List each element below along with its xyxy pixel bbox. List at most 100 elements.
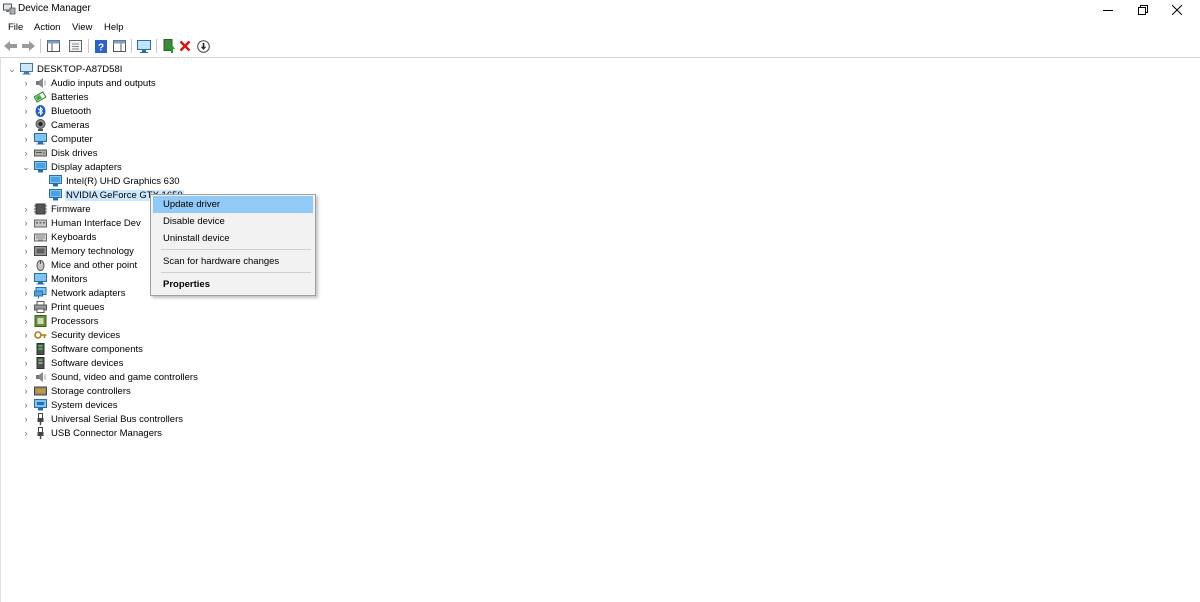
keyboard-icon: [34, 233, 47, 242]
update-driver-icon: [163, 39, 175, 53]
disable-device-menu-item[interactable]: Disable device: [153, 213, 313, 230]
toolbar-separator: [131, 39, 132, 53]
tree-item-cameras[interactable]: › Cameras: [21, 118, 91, 132]
close-button[interactable]: [1154, 0, 1200, 19]
memory-card-icon: [34, 246, 47, 256]
category-label: System devices: [51, 399, 118, 411]
chevron-right-icon[interactable]: ›: [21, 260, 31, 270]
action-pane-button[interactable]: [111, 38, 127, 54]
properties-toolbar-button[interactable]: [67, 38, 83, 54]
show-hide-console-tree-button[interactable]: [45, 38, 61, 54]
tree-item-memory-technology[interactable]: › Memory technology: [21, 244, 135, 258]
monitor-icon: [34, 133, 47, 145]
tree-item-bluetooth[interactable]: › Bluetooth: [21, 104, 92, 118]
chevron-right-icon[interactable]: ›: [21, 148, 31, 158]
forward-button[interactable]: [20, 38, 36, 54]
tree-item-keyboards[interactable]: › Keyboards: [21, 230, 97, 244]
console-tree-icon: [46, 40, 60, 52]
chevron-right-icon[interactable]: ›: [21, 302, 31, 312]
tree-item-intel-graphics[interactable]: Intel(R) UHD Graphics 630: [46, 174, 181, 188]
chevron-right-icon[interactable]: ›: [21, 274, 31, 284]
tree-item-network-adapters[interactable]: › Network adapters: [21, 286, 126, 300]
tree-item-human-interface[interactable]: › Human Interface Dev: [21, 216, 142, 230]
chevron-right-icon[interactable]: ›: [21, 288, 31, 298]
chevron-down-icon[interactable]: ⌄: [21, 162, 31, 172]
chevron-right-icon[interactable]: ›: [21, 232, 31, 242]
chevron-right-icon[interactable]: ›: [21, 204, 31, 214]
menu-file[interactable]: File: [8, 22, 23, 33]
properties-menu-item[interactable]: Properties: [153, 276, 313, 293]
category-label: Processors: [51, 315, 99, 327]
update-driver-toolbar-button[interactable]: [161, 38, 177, 54]
tree-item-disk-drives[interactable]: › Disk drives: [21, 146, 98, 160]
tree-item-computer[interactable]: › Computer: [21, 132, 94, 146]
menu-view[interactable]: View: [72, 22, 92, 33]
category-label: Audio inputs and outputs: [51, 77, 156, 89]
chevron-right-icon[interactable]: ›: [21, 428, 31, 438]
chevron-down-icon[interactable]: ⌄: [7, 64, 17, 74]
tree-item-security-devices[interactable]: › Security devices: [21, 328, 121, 342]
uninstall-toolbar-button[interactable]: [177, 38, 193, 54]
network-adapter-icon: [34, 287, 47, 299]
chevron-right-icon[interactable]: ›: [21, 106, 31, 116]
category-label: Security devices: [51, 329, 121, 341]
chevron-right-icon[interactable]: ›: [21, 120, 31, 130]
tree-item-software-components[interactable]: › Software components: [21, 342, 144, 356]
chevron-right-icon[interactable]: ›: [21, 414, 31, 424]
chevron-right-icon[interactable]: ›: [21, 218, 31, 228]
hid-icon: [34, 219, 47, 228]
tree-item-usb-controllers[interactable]: › Universal Serial Bus controllers: [21, 412, 184, 426]
category-label: Computer: [51, 133, 93, 145]
tree-item-software-devices[interactable]: › Software devices: [21, 356, 124, 370]
chevron-right-icon[interactable]: ›: [21, 400, 31, 410]
chevron-right-icon[interactable]: ›: [21, 372, 31, 382]
tree-item-processors[interactable]: › Processors: [21, 314, 100, 328]
tree-item-system-devices[interactable]: › System devices: [21, 398, 119, 412]
category-label: Monitors: [51, 273, 88, 285]
menu-action[interactable]: Action: [34, 22, 60, 33]
chevron-right-icon[interactable]: ›: [21, 246, 31, 256]
toolbar-separator: [88, 39, 89, 53]
tree-item-sound-video-game[interactable]: › Sound, video and game controllers: [21, 370, 199, 384]
display-adapter-icon: [49, 175, 62, 187]
scan-hardware-button[interactable]: [136, 38, 152, 54]
chevron-right-icon[interactable]: ›: [21, 134, 31, 144]
uninstall-device-menu-item[interactable]: Uninstall device: [153, 230, 313, 247]
menu-bar: File Action View Help: [0, 19, 1200, 36]
system-device-icon: [34, 399, 47, 411]
help-toolbar-button[interactable]: ?: [93, 38, 109, 54]
tree-item-usb-connector-managers[interactable]: › USB Connector Managers: [21, 426, 163, 440]
menu-help[interactable]: Help: [104, 22, 124, 33]
tree-item-storage-controllers[interactable]: › Storage controllers: [21, 384, 132, 398]
chevron-right-icon[interactable]: ›: [21, 344, 31, 354]
tree-item-monitors[interactable]: › Monitors: [21, 272, 88, 286]
category-label: Storage controllers: [51, 385, 131, 397]
chevron-right-icon[interactable]: ›: [21, 92, 31, 102]
update-driver-menu-item[interactable]: Update driver: [153, 196, 313, 213]
window-title: Device Manager: [18, 3, 91, 14]
tree-item-audio[interactable]: › Audio inputs and outputs: [21, 76, 157, 90]
usb-plug-icon: [37, 413, 44, 425]
tree-item-print-queues[interactable]: › Print queues: [21, 300, 105, 314]
tree-item-firmware[interactable]: › Firmware: [21, 202, 92, 216]
tree-root[interactable]: ⌄ DESKTOP-A87D58I: [7, 62, 123, 76]
software-component-icon: [36, 343, 45, 355]
chevron-right-icon[interactable]: ›: [21, 78, 31, 88]
chevron-right-icon[interactable]: ›: [21, 358, 31, 368]
back-button[interactable]: [3, 38, 19, 54]
usb-plug-icon: [37, 427, 44, 439]
device-manager-icon: [3, 3, 16, 15]
scan-hardware-menu-item[interactable]: Scan for hardware changes: [153, 253, 313, 270]
disable-toolbar-button[interactable]: [195, 38, 211, 54]
disk-drive-icon: [34, 149, 47, 157]
chevron-right-icon[interactable]: ›: [21, 316, 31, 326]
tree-item-batteries[interactable]: › Batteries: [21, 90, 90, 104]
tree-item-display-adapters[interactable]: ⌄ Display adapters: [21, 160, 123, 174]
menu-separator: [161, 249, 311, 250]
tree-item-mice[interactable]: › Mice and other point: [21, 258, 138, 272]
chevron-right-icon[interactable]: ›: [21, 386, 31, 396]
help-icon: ?: [95, 39, 107, 53]
category-label: Disk drives: [51, 147, 98, 159]
category-label: Firmware: [51, 203, 91, 215]
chevron-right-icon[interactable]: ›: [21, 330, 31, 340]
